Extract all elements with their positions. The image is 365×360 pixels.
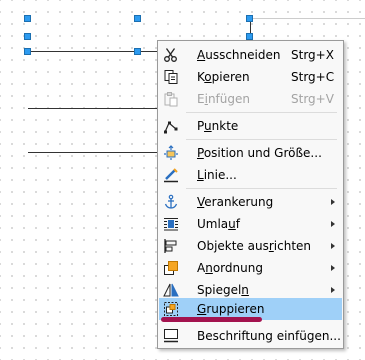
flip-icon	[163, 282, 179, 298]
drawn-line[interactable]	[28, 152, 158, 153]
menu-item-copy[interactable]: Kopieren Strg+C	[159, 66, 342, 88]
menu-item-label: Verankerung	[197, 195, 274, 209]
group-icon	[163, 301, 179, 317]
menu-item-label: Linie...	[197, 168, 237, 182]
menu-item-shortcut: Strg+X	[291, 48, 334, 62]
menu-item-paste: Einfügen Strg+V	[159, 88, 342, 110]
menu-item-label: Objekte ausrichten	[197, 239, 312, 253]
selection-handle[interactable]	[134, 15, 141, 22]
menu-item-label: Gruppieren	[197, 302, 265, 316]
menu-item-label: Spiegeln	[197, 283, 249, 297]
submenu-arrow-icon	[331, 199, 335, 205]
submenu-arrow-icon	[331, 265, 335, 271]
selection-handle[interactable]	[246, 15, 253, 22]
context-menu: Ausschneiden Strg+X Kopieren Strg+C Einf…	[157, 40, 344, 349]
arrange-icon	[163, 260, 179, 276]
copy-icon	[163, 69, 179, 85]
menu-separator	[186, 112, 337, 113]
menu-item-arrange[interactable]: Anordnung	[159, 257, 342, 279]
menu-item-label: Beschriftung einfügen...	[197, 329, 341, 343]
selection-handle[interactable]	[24, 48, 31, 55]
submenu-arrow-icon	[331, 243, 335, 249]
menu-item-position-size[interactable]: Position und Größe...	[159, 142, 342, 164]
menu-item-label: Umlauf	[197, 217, 241, 231]
menu-item-line[interactable]: Linie...	[159, 164, 342, 186]
submenu-arrow-icon	[331, 221, 335, 227]
menu-item-wrap[interactable]: Umlauf	[159, 213, 342, 235]
selection-handle[interactable]	[246, 33, 253, 40]
menu-item-label: Punkte	[197, 119, 239, 133]
caption-icon	[163, 328, 179, 344]
menu-item-cut[interactable]: Ausschneiden Strg+X	[159, 44, 342, 66]
menu-item-label: Position und Größe...	[197, 146, 322, 160]
menu-item-points[interactable]: Punkte	[159, 115, 342, 137]
menu-item-label: Einfügen	[197, 92, 250, 106]
drawn-line[interactable]	[28, 108, 158, 109]
menu-item-label: Kopieren	[197, 70, 250, 84]
align-icon	[163, 238, 179, 254]
menu-item-label: Anordnung	[197, 261, 263, 275]
selection-handle[interactable]	[24, 15, 31, 22]
menu-item-label: Ausschneiden	[197, 48, 281, 62]
menu-item-shortcut: Strg+C	[291, 70, 335, 84]
selection-handle[interactable]	[24, 33, 31, 40]
menu-separator	[186, 139, 337, 140]
submenu-arrow-icon	[331, 287, 335, 293]
menu-item-insert-caption[interactable]: Beschriftung einfügen...	[159, 325, 342, 347]
line-icon	[163, 167, 179, 183]
scissors-icon	[163, 47, 179, 63]
anchor-icon	[163, 194, 179, 210]
points-icon	[163, 118, 179, 134]
paste-icon	[163, 91, 179, 107]
menu-item-anchor[interactable]: Verankerung	[159, 191, 342, 213]
wrap-icon	[163, 216, 179, 232]
menu-item-align[interactable]: Objekte ausrichten	[159, 235, 342, 257]
highlight-annotation	[161, 317, 262, 322]
drawn-line	[250, 18, 365, 19]
position-size-icon	[163, 145, 179, 161]
selection-handle[interactable]	[134, 48, 141, 55]
menu-separator	[186, 188, 337, 189]
menu-item-shortcut: Strg+V	[291, 92, 334, 106]
